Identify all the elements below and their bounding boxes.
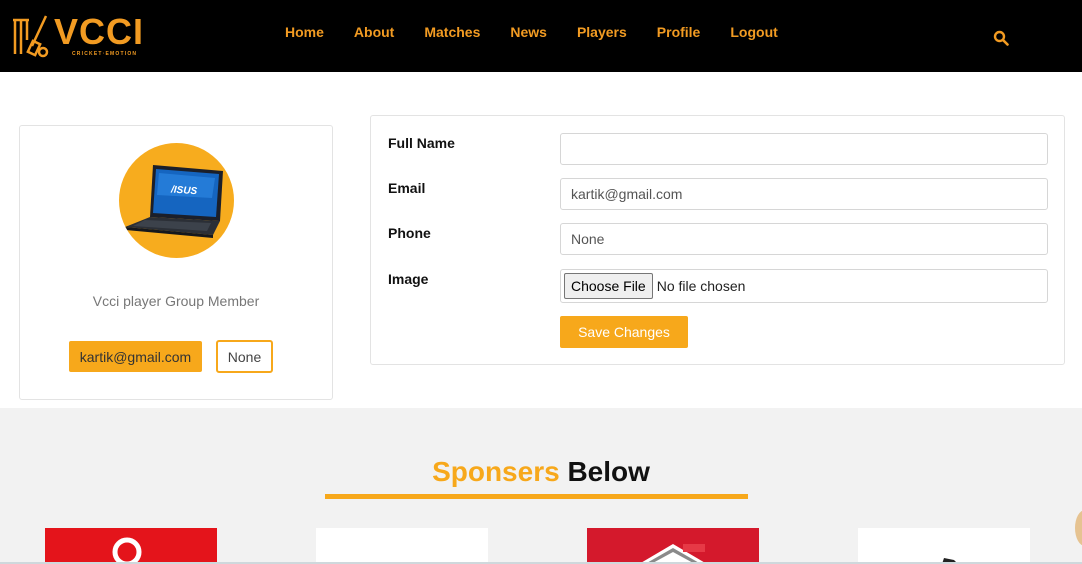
phone-label: Phone (388, 225, 431, 241)
nav-matches[interactable]: Matches (424, 24, 480, 40)
choose-file-button[interactable]: Choose File (564, 273, 653, 299)
brand-logo[interactable]: VCCI CRICKET·EMOTION (10, 12, 160, 60)
brand-tagline: CRICKET·EMOTION (72, 51, 138, 57)
email-badge: kartik@gmail.com (69, 341, 202, 372)
laptop-image: /ISUS (125, 165, 223, 238)
avatar: /ISUS (119, 143, 234, 258)
nav-about[interactable]: About (354, 24, 394, 40)
email-input[interactable]: kartik@gmail.com (560, 178, 1048, 210)
save-changes-button[interactable]: Save Changes (560, 316, 688, 348)
brand-name: VCCI (54, 11, 145, 52)
sponsor-logo-4[interactable] (858, 528, 1030, 564)
image-file-input[interactable]: Choose File No file chosen (560, 269, 1048, 303)
member-group-text: Vcci player Group Member (92, 293, 260, 309)
full-name-label: Full Name (388, 135, 455, 151)
sponsor-logo-2[interactable] (316, 528, 488, 564)
sponsors-title: Sponsers Below (0, 455, 1082, 489)
phone-badge: None (216, 340, 273, 373)
sponsor-logo-3[interactable] (587, 528, 759, 564)
sponsors-title-rest: Below (567, 456, 650, 487)
sponsor-logo-3-mark (639, 544, 707, 564)
email-label: Email (388, 180, 426, 196)
cricket-bat-wickets-icon (13, 15, 49, 58)
search-icon[interactable] (993, 30, 1009, 46)
nav-profile[interactable]: Profile (657, 24, 701, 40)
phone-input[interactable]: None (560, 223, 1048, 255)
sponsor-logo-4-mark (942, 558, 958, 564)
file-status-text: No file chosen (656, 278, 746, 294)
nav-home[interactable]: Home (285, 24, 324, 40)
full-name-input[interactable] (560, 133, 1048, 165)
sponsors-title-highlight: Sponsers (432, 456, 560, 487)
sponsors-section: Sponsers Below (0, 408, 1082, 564)
nav-logout[interactable]: Logout (730, 24, 777, 40)
main-nav: Home About Matches News Players Profile … (270, 0, 793, 64)
sponsor-logo-1[interactable] (45, 528, 217, 564)
top-navbar: VCCI CRICKET·EMOTION Home About Matches … (0, 0, 1082, 72)
scroll-top-button[interactable] (1075, 510, 1082, 546)
sponsor-logo-1-mark (112, 537, 142, 564)
sponsors-title-underline (325, 494, 748, 499)
image-label: Image (388, 271, 429, 287)
nav-players[interactable]: Players (577, 24, 627, 40)
nav-news[interactable]: News (510, 24, 547, 40)
profile-edit-form: Full Name Email kartik@gmail.com Phone N… (370, 115, 1065, 365)
laptop-brand-text: /ISUS (170, 184, 198, 197)
profile-card: /ISUS Vcci player Group Member kartik@gm… (19, 125, 333, 400)
